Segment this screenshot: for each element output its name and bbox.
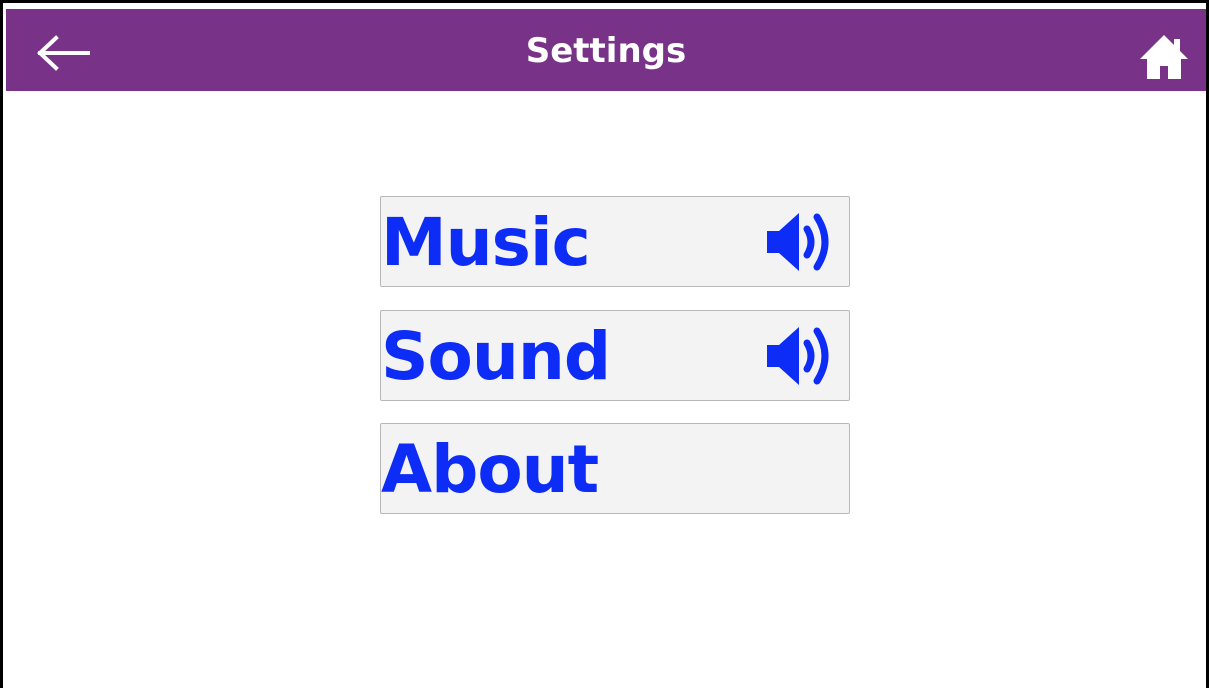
speaker-icon xyxy=(767,213,829,271)
sound-label: Sound xyxy=(381,318,611,395)
about-button[interactable]: About xyxy=(380,423,850,514)
home-icon xyxy=(1140,35,1188,79)
page-title: Settings xyxy=(525,31,687,71)
app-frame: Settings Music Sound About xyxy=(0,0,1209,688)
home-button[interactable] xyxy=(1136,29,1192,85)
speaker-icon xyxy=(767,327,829,385)
sound-toggle-button[interactable]: Sound xyxy=(380,310,850,401)
about-label: About xyxy=(381,431,599,508)
top-bar: Settings xyxy=(6,9,1206,91)
music-toggle-button[interactable]: Music xyxy=(380,196,850,287)
music-label: Music xyxy=(381,204,591,281)
